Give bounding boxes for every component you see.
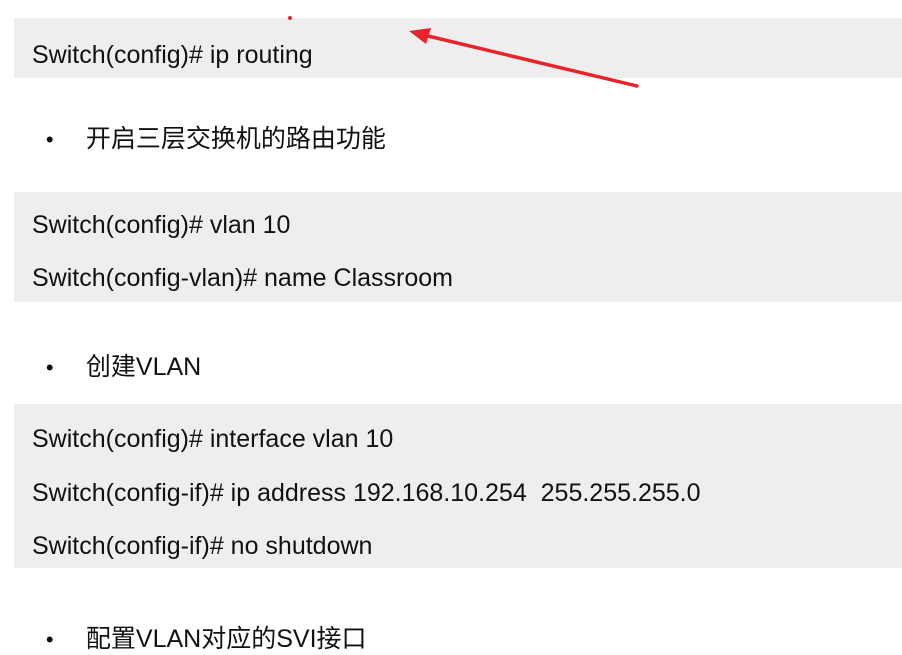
bullet-icon: • [45,355,54,380]
command-block-3: Switch(config)# interface vlan 10 Switch… [14,404,902,568]
note-item-1: • 开启三层交换机的路由功能 [32,94,386,155]
command-line: Switch(config-if)# ip address 192.168.10… [32,479,701,507]
command-line: Switch(config)# vlan 10 [32,211,291,239]
command-line: Switch(config)# interface vlan 10 [32,425,394,453]
note-text: 配置VLAN对应的SVI接口 [85,625,367,653]
note-item-3: • 配置VLAN对应的SVI接口 [32,594,367,655]
command-line: Switch(config)# ip routing [32,41,313,69]
command-block-1: Switch(config)# ip routing [14,18,902,78]
command-line: Switch(config-if)# no shutdown [32,532,373,560]
command-block-2: Switch(config)# vlan 10 Switch(config-vl… [14,192,902,302]
note-item-2: • 创建VLAN [32,322,201,383]
note-text: 开启三层交换机的路由功能 [85,125,386,153]
command-line: Switch(config-vlan)# name Classroom [32,264,453,292]
bullet-icon: • [45,127,54,152]
note-text: 创建VLAN [85,353,202,381]
bullet-icon: • [45,627,54,652]
